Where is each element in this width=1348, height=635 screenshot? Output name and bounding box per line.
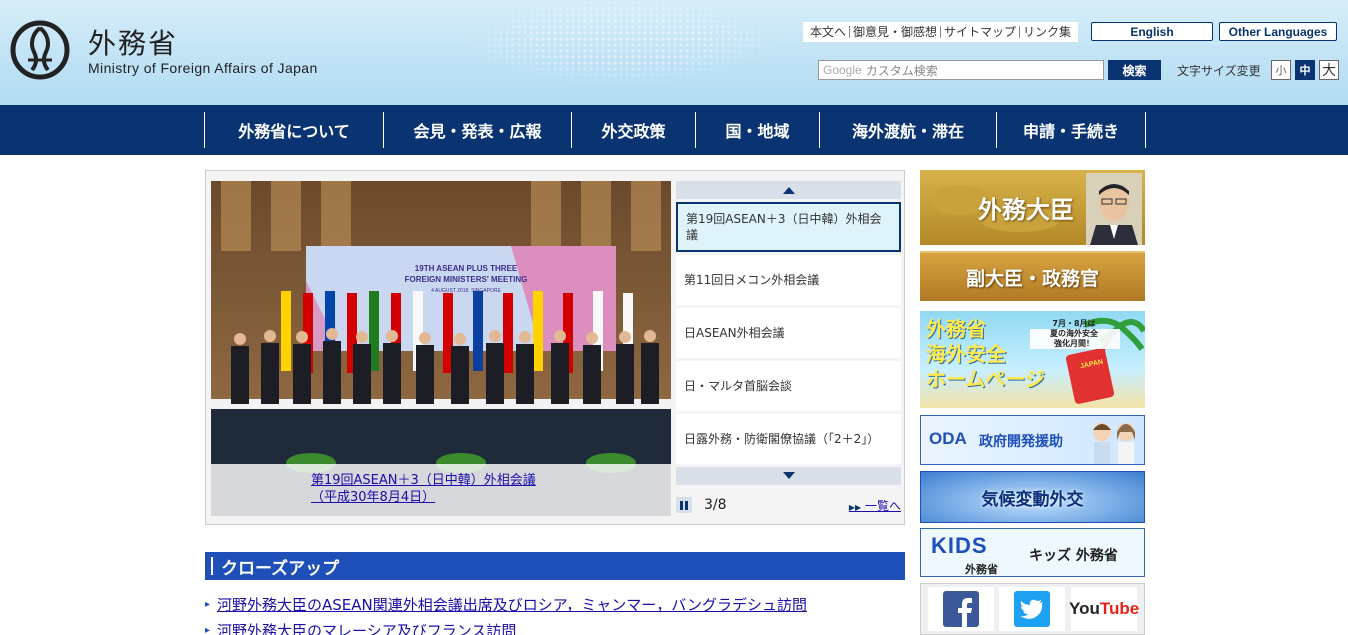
svg-text:FOREIGN MINISTERS' MEETING: FOREIGN MINISTERS' MEETING <box>405 275 528 284</box>
youtube-link[interactable]: YouTube <box>1069 587 1140 631</box>
pause-button[interactable] <box>676 497 692 513</box>
arrow-down-icon <box>782 472 795 479</box>
nav-applications[interactable]: 申請・手続き <box>997 112 1146 148</box>
search-button[interactable]: 検索 <box>1108 60 1161 80</box>
nav-policy[interactable]: 外交政策 <box>572 112 696 148</box>
slide-thumb-4[interactable]: 日・マルタ首脳会談 <box>676 361 901 411</box>
closeup-link-2[interactable]: 河野外務大臣のマレーシア及びフランス訪問 <box>217 622 516 635</box>
links-link[interactable]: リンク集 <box>1019 26 1074 38</box>
list-item: 河野外務大臣のマレーシア及びフランス訪問 <box>205 620 905 635</box>
kids-logo: KIDS <box>931 533 988 558</box>
safety-note: 7月・8月は 夏の海外安全 強化月間！ <box>1050 319 1098 348</box>
safety-title-2: 海外安全 <box>926 342 1006 366</box>
slider-up-button[interactable] <box>676 181 901 199</box>
vice-minister-banner[interactable]: 副大臣・政務官 <box>920 251 1145 301</box>
twitter-icon <box>1014 591 1051 627</box>
double-arrow-icon: ▶▶ <box>848 502 862 512</box>
youtube-icon: YouTube <box>1069 599 1140 618</box>
english-button[interactable]: English <box>1091 22 1213 41</box>
oda-abbr: ODA <box>929 429 967 448</box>
safety-title-3: ホームページ <box>926 367 1045 391</box>
list-item: 河野外務大臣のASEAN関連外相会議出席及びロシア，ミャンマー，バングラデシュ訪… <box>205 594 905 616</box>
nav-press[interactable]: 会見・発表・広報 <box>384 112 572 148</box>
oda-label: 政府開発援助 <box>979 434 1063 450</box>
sitemap-link[interactable]: サイトマップ <box>940 26 1019 38</box>
overseas-safety-banner[interactable]: 外務省 海外安全 ホームページ 7月・8月は 夏の海外安全 強化月間！ JAPA… <box>920 311 1145 408</box>
utility-links: 本文へ 御意見・御感想 サイトマップ リンク集 <box>803 22 1079 42</box>
oda-people-illustration <box>1093 423 1135 464</box>
arrow-up-icon <box>782 187 795 194</box>
slider-down-button[interactable] <box>676 467 901 485</box>
world-map-decoration <box>420 0 840 105</box>
site-subtitle: Ministry of Foreign Affairs of Japan <box>88 60 318 76</box>
slide-thumb-list: 第19回ASEAN＋3（日中韓）外相会議 第11回日メコン外相会議 日ASEAN… <box>676 181 901 485</box>
twitter-link[interactable] <box>999 587 1066 631</box>
minister-banner[interactable]: 外務大臣 <box>920 170 1145 245</box>
nav-regions[interactable]: 国・地域 <box>696 112 820 148</box>
slide-thumb-1[interactable]: 第19回ASEAN＋3（日中韓）外相会議 <box>676 202 901 252</box>
climate-diplomacy-banner[interactable]: 気候変動外交 <box>920 471 1145 523</box>
skip-to-content-link[interactable]: 本文へ <box>807 26 849 38</box>
slide-caption-link[interactable]: 第19回ASEAN＋3（日中韓）外相会議 （平成30年8月4日） <box>311 473 536 505</box>
slider-controls: 3/8 ▶▶ 一覧へ <box>676 494 901 516</box>
font-size-large-button[interactable]: 大 <box>1319 60 1339 80</box>
kids-banner[interactable]: KIDS 外務省 キッズ 外務省 <box>920 528 1145 577</box>
backdrop-date: 4 AUGUST 2018, SINGAPORE <box>431 288 501 294</box>
svg-text:19TH ASEAN PLUS THREE: 19TH ASEAN PLUS THREE <box>415 264 518 273</box>
mofa-logo-icon[interactable] <box>10 20 70 80</box>
search-brand-label: Google <box>823 63 862 77</box>
closeup-heading: クローズアップ <box>205 552 905 580</box>
feedback-link[interactable]: 御意見・御感想 <box>849 26 940 38</box>
kids-logo-sub: 外務省 <box>965 563 998 576</box>
slide-photo[interactable]: 19TH ASEAN PLUS THREE FOREIGN MINISTERS'… <box>211 181 671 516</box>
closeup-link-1[interactable]: 河野外務大臣のASEAN関連外相会議出席及びロシア，ミャンマー，バングラデシュ訪… <box>217 596 807 614</box>
news-slider: 19TH ASEAN PLUS THREE FOREIGN MINISTERS'… <box>205 170 905 525</box>
vice-minister-label: 副大臣・政務官 <box>965 267 1099 290</box>
slide-caption[interactable]: 第19回ASEAN＋3（日中韓）外相会議 （平成30年8月4日） <box>211 464 671 516</box>
font-size-small-button[interactable]: 小 <box>1271 60 1291 80</box>
font-size-label: 文字サイズ変更 <box>1177 64 1261 78</box>
nav-about[interactable]: 外務省について <box>205 112 384 148</box>
global-nav: 外務省について 会見・発表・広報 外交政策 国・地域 海外渡航・滞在 申請・手続… <box>0 105 1348 155</box>
slide-list-link[interactable]: ▶▶ 一覧へ <box>849 497 901 514</box>
pause-icon <box>680 500 688 510</box>
safety-title-1: 外務省 <box>926 317 986 341</box>
slide-thumb-5[interactable]: 日露外務・防衛閣僚協議（「2＋2」） <box>676 414 901 464</box>
slide-thumb-2[interactable]: 第11回日メコン外相会議 <box>676 255 901 305</box>
kids-label: キッズ 外務省 <box>1029 548 1118 564</box>
facebook-icon <box>942 591 979 627</box>
social-links: YouTube <box>920 583 1145 635</box>
site-title[interactable]: 外務省 <box>88 22 178 62</box>
minister-label: 外務大臣 <box>978 196 1074 224</box>
font-size-medium-button[interactable]: 中 <box>1295 60 1315 80</box>
slide-thumb-3[interactable]: 日ASEAN外相会議 <box>676 308 901 358</box>
climate-label: 気候変動外交 <box>981 489 1084 510</box>
closeup-list: 河野外務大臣のASEAN関連外相会議出席及びロシア，ミャンマー，バングラデシュ訪… <box>205 594 905 635</box>
minister-portrait <box>1086 173 1142 245</box>
search-input[interactable]: Google カスタム検索 <box>818 60 1104 80</box>
nav-travel[interactable]: 海外渡航・滞在 <box>820 112 997 148</box>
site-header: 外務省 Ministry of Foreign Affairs of Japan… <box>0 0 1348 105</box>
slide-counter: 3/8 <box>704 497 727 513</box>
search-placeholder: カスタム検索 <box>865 63 938 78</box>
facebook-link[interactable] <box>927 587 994 631</box>
oda-banner[interactable]: ODA 政府開発援助 <box>920 415 1145 465</box>
other-languages-button[interactable]: Other Languages <box>1219 22 1337 41</box>
